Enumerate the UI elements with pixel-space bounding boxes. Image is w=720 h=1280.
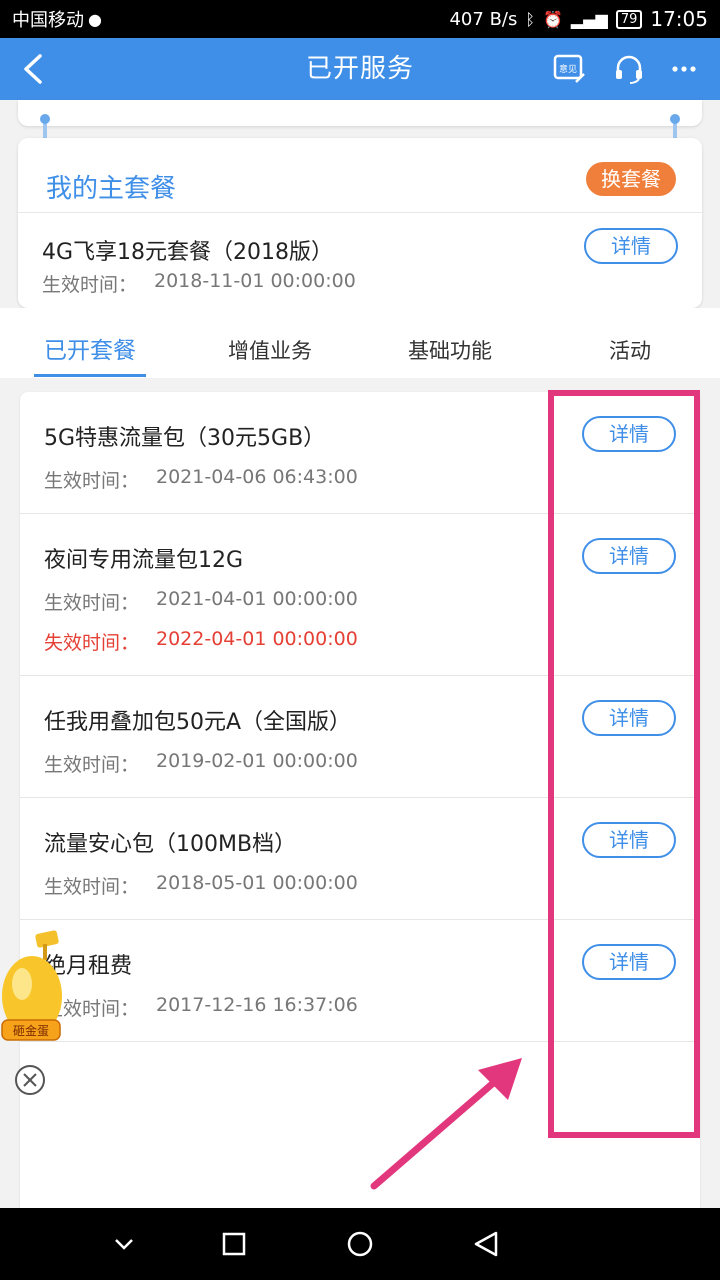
- status-bar: 中国移动 ● 407 B/s ᛒ ⏰ ▂▄▆ 79 17:05: [0, 0, 720, 38]
- main-package-detail-button[interactable]: 详情: [584, 228, 678, 264]
- divider: [18, 212, 702, 213]
- previous-card: [18, 100, 702, 126]
- feedback-icon-text: 意见: [559, 63, 577, 75]
- status-right: 407 B/s ᛒ ⏰ ▂▄▆ 79 17:05: [449, 7, 708, 31]
- signal-icon: ▂▄▆: [570, 9, 608, 29]
- effective-time: 2018-05-01 00:00:00: [156, 872, 358, 894]
- swap-package-button[interactable]: 换套餐: [586, 162, 676, 196]
- nav-recent-icon[interactable]: [216, 1226, 252, 1262]
- close-circle-icon[interactable]: [14, 1064, 46, 1096]
- tab-bar: 已开套餐 增值业务 基础功能 活动: [0, 308, 720, 378]
- main-package-title: 我的主套餐: [46, 174, 177, 204]
- app-bar: 已开服务 意见: [0, 38, 720, 100]
- active-tab-indicator: [34, 374, 146, 377]
- tab-activities[interactable]: 活动: [570, 308, 690, 378]
- effective-label: 生效时间：: [44, 470, 140, 492]
- carrier-name: 中国移动: [12, 10, 84, 31]
- annotation-highlight-box: [548, 390, 700, 1138]
- golden-egg-label: 砸金蛋: [13, 1023, 49, 1038]
- tab-basic-functions[interactable]: 基础功能: [380, 308, 520, 378]
- package-name: 任我用叠加包50元A（全国版）: [44, 710, 352, 735]
- package-name: 流量安心包（100MB档）: [44, 832, 297, 857]
- annotation-arrow-icon: [370, 1058, 522, 1190]
- nav-home-icon[interactable]: [342, 1226, 378, 1262]
- effective-time: 2021-04-06 06:43:00: [156, 466, 358, 488]
- system-nav-bar: [0, 1208, 720, 1280]
- effective-time: 2019-02-01 00:00:00: [156, 750, 358, 772]
- net-speed: 407 B/s: [449, 8, 518, 30]
- effective-time: 2021-04-01 00:00:00: [156, 588, 358, 610]
- effective-time: 2018-11-01 00:00:00: [154, 270, 356, 292]
- expire-label: 失效时间：: [44, 632, 140, 654]
- effective-label: 生效时间：: [44, 876, 140, 898]
- headset-icon[interactable]: [612, 52, 646, 86]
- expire-time: 2022-04-01 00:00:00: [156, 628, 358, 650]
- package-name: 夜间专用流量包12G: [44, 548, 244, 573]
- alarm-icon: ⏰: [542, 9, 563, 29]
- main-package-name: 4G飞享18元套餐（2018版）: [42, 240, 334, 265]
- golden-egg-icon[interactable]: 砸金蛋: [0, 926, 64, 1044]
- connector-dot: [40, 114, 50, 124]
- package-name: 5G特惠流量包（30元5GB）: [44, 426, 326, 451]
- main-package-card: 我的主套餐 换套餐 4G飞享18元套餐（2018版） 生效时间： 2018-11…: [18, 138, 702, 308]
- tab-value-added[interactable]: 增值业务: [200, 308, 340, 378]
- effective-label: 生效时间：: [42, 274, 138, 296]
- bluetooth-icon: ᛒ: [525, 9, 535, 29]
- effective-time: 2017-12-16 16:37:06: [156, 994, 358, 1016]
- nav-down-icon[interactable]: [106, 1226, 142, 1262]
- effective-label: 生效时间：: [44, 754, 140, 776]
- connector-dot: [670, 114, 680, 124]
- carrier-group: 中国移动 ●: [12, 6, 102, 32]
- feedback-icon[interactable]: 意见: [552, 52, 586, 86]
- effective-label: 生效时间：: [44, 592, 140, 614]
- more-icon[interactable]: [668, 52, 702, 86]
- clock: 17:05: [650, 7, 708, 31]
- tab-opened-packages[interactable]: 已开套餐: [20, 308, 160, 378]
- chat-bubble-icon: ●: [88, 9, 102, 29]
- battery-indicator: 79: [615, 9, 643, 29]
- nav-back-icon[interactable]: [468, 1226, 504, 1262]
